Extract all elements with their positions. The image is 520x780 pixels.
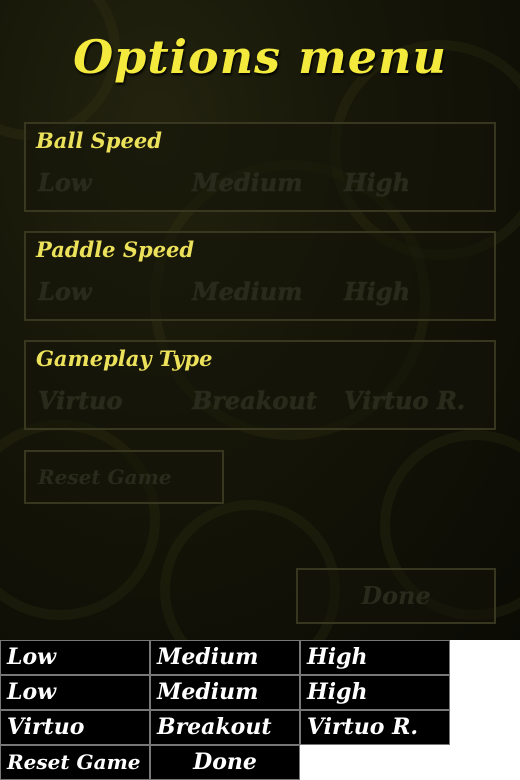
ball-speed-panel: Ball Speed Low Medium High [24, 122, 496, 212]
gameplay-type-label: Gameplay Type [36, 346, 213, 371]
paddle-speed-panel: Paddle Speed Low Medium High [24, 231, 496, 321]
sprite-high: High [300, 675, 450, 710]
options-screen: Options menu Ball Speed Low Medium High … [0, 0, 520, 640]
ball-speed-low-option[interactable]: Low [38, 168, 92, 197]
sprite-virtuo: Virtuo [0, 710, 150, 745]
reset-game-button[interactable]: Reset Game [24, 450, 224, 504]
sprite-done: Done [150, 745, 300, 780]
paddle-speed-label: Paddle Speed [36, 237, 195, 262]
sprite-low: Low [0, 675, 150, 710]
gameplay-breakout-option[interactable]: Breakout [192, 386, 317, 415]
sprite-breakout: Breakout [150, 710, 300, 745]
done-button[interactable]: Done [296, 568, 496, 624]
ball-speed-high-option[interactable]: High [344, 168, 410, 197]
paddle-speed-high-option[interactable]: High [344, 277, 410, 306]
paddle-speed-medium-option[interactable]: Medium [192, 277, 303, 306]
gameplay-type-panel: Gameplay Type Virtuo Breakout Virtuo R. [24, 340, 496, 430]
gameplay-virtuo-r-option[interactable]: Virtuo R. [344, 386, 465, 415]
sprite-reset-game: Reset Game [0, 745, 150, 780]
gameplay-virtuo-option[interactable]: Virtuo [38, 386, 123, 415]
sprite-high: High [300, 640, 450, 675]
sprite-virtuo-r: Virtuo R. [300, 710, 450, 745]
ball-speed-medium-option[interactable]: Medium [192, 168, 303, 197]
sprite-low: Low [0, 640, 150, 675]
ball-speed-label: Ball Speed [36, 128, 162, 153]
sprite-medium: Medium [150, 675, 300, 710]
paddle-speed-low-option[interactable]: Low [38, 277, 92, 306]
page-title: Options menu [73, 30, 447, 84]
sprite-medium: Medium [150, 640, 300, 675]
